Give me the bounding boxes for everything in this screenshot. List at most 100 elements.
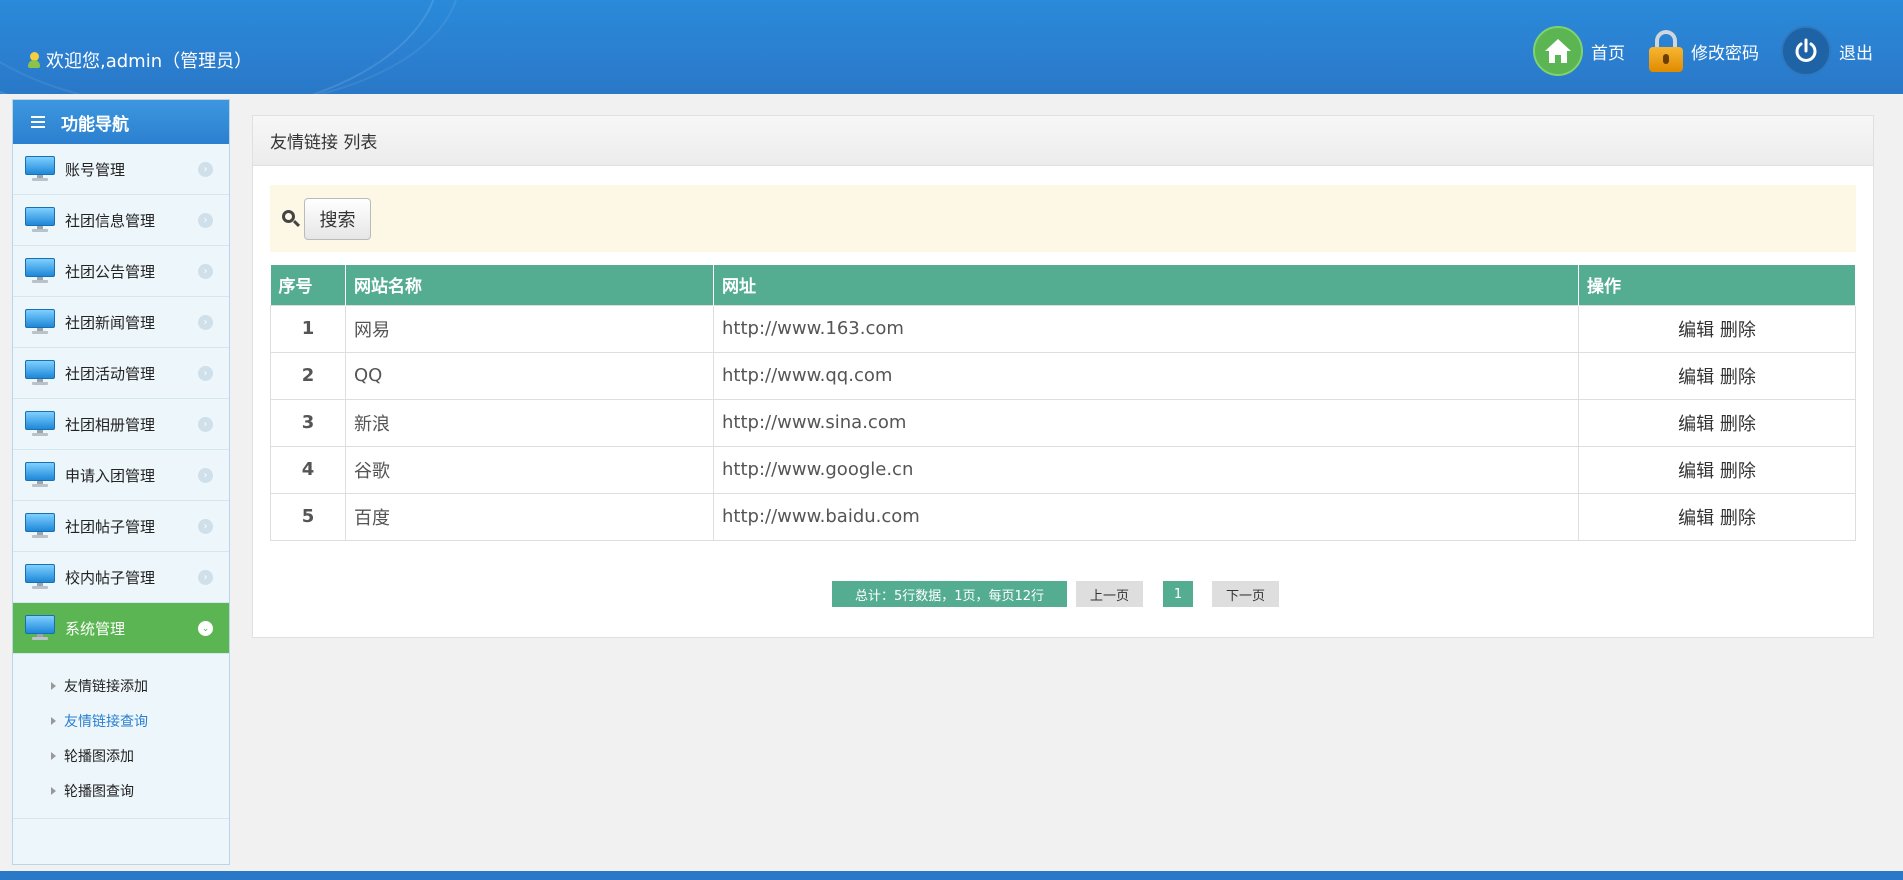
monitor-icon xyxy=(25,615,55,641)
sidebar-item-system[interactable]: 系统管理 ⌄ xyxy=(13,603,229,654)
submenu-item-label: 友情链接添加 xyxy=(64,678,148,695)
cell-url: http://www.baidu.com xyxy=(713,492,1579,541)
chevron-right-icon: › xyxy=(198,162,213,177)
home-button[interactable]: 首页 xyxy=(1533,26,1625,76)
submenu-item-label: 轮播图查询 xyxy=(64,783,134,800)
sidebar-item-label: 社团公告管理 xyxy=(65,262,156,281)
delete-link[interactable]: 删除 xyxy=(1720,461,1756,482)
sidebar-item-label: 社团信息管理 xyxy=(65,211,156,230)
edit-link[interactable]: 编辑 xyxy=(1678,461,1714,482)
sidebar-item-club-info[interactable]: 社团信息管理 › xyxy=(13,195,229,246)
cell-name: QQ xyxy=(345,351,714,400)
pagination: 总计：5行数据，1页，每页12行 上一页 1 下一页 xyxy=(832,581,1288,607)
links-table: 序号 网站名称 网址 操作 1 网易 http://www.163.com 编辑… xyxy=(270,265,1856,541)
chevron-right-icon: › xyxy=(198,213,213,228)
cell-url: http://www.qq.com xyxy=(713,351,1579,400)
submenu-item-carousel-query[interactable]: 轮播图查询 xyxy=(13,773,229,808)
submenu-item-link-add[interactable]: 友情链接添加 xyxy=(13,668,229,703)
home-label: 首页 xyxy=(1591,43,1625,64)
monitor-icon xyxy=(25,258,55,284)
submenu-item-label: 友情链接查询 xyxy=(64,713,148,730)
bottom-bar xyxy=(0,871,1903,880)
chevron-right-icon: › xyxy=(198,417,213,432)
cell-no: 2 xyxy=(270,351,346,400)
edit-link[interactable]: 编辑 xyxy=(1678,367,1714,388)
submenu-item-link-query[interactable]: 友情链接查询 xyxy=(13,703,229,738)
monitor-icon xyxy=(25,564,55,590)
page-title: 友情链接 列表 xyxy=(253,116,1873,166)
sidebar-item-club-album[interactable]: 社团相册管理 › xyxy=(13,399,229,450)
cell-ops: 编辑 删除 xyxy=(1578,398,1856,447)
power-icon xyxy=(1781,26,1831,76)
cell-no: 3 xyxy=(270,398,346,447)
cell-ops: 编辑 删除 xyxy=(1578,492,1856,541)
content-panel: 友情链接 列表 搜索 序号 网站名称 网址 操作 1 网易 http://www… xyxy=(252,115,1874,638)
cell-name: 谷歌 xyxy=(345,445,714,494)
monitor-icon xyxy=(25,309,55,335)
submenu-item-carousel-add[interactable]: 轮播图添加 xyxy=(13,738,229,773)
table-row: 5 百度 http://www.baidu.com 编辑 删除 xyxy=(270,492,1856,541)
cell-ops: 编辑 删除 xyxy=(1578,351,1856,400)
cell-ops: 编辑 删除 xyxy=(1578,445,1856,494)
sidebar-title: 功能导航 xyxy=(13,100,229,144)
sidebar-item-label: 校内帖子管理 xyxy=(65,568,156,587)
sidebar-item-club-notice[interactable]: 社团公告管理 › xyxy=(13,246,229,297)
sidebar-item-label: 社团活动管理 xyxy=(65,364,156,383)
monitor-icon xyxy=(25,411,55,437)
chevron-right-icon: › xyxy=(198,468,213,483)
sidebar: 功能导航 账号管理 › 社团信息管理 › 社团公告管理 › 社团新闻管理 › 社… xyxy=(12,99,230,865)
delete-link[interactable]: 删除 xyxy=(1720,320,1756,341)
cell-no: 1 xyxy=(270,304,346,353)
sidebar-item-label: 社团新闻管理 xyxy=(65,313,156,332)
change-password-button[interactable]: 修改密码 xyxy=(1647,29,1759,73)
search-button[interactable]: 搜索 xyxy=(304,197,371,240)
sidebar-item-account[interactable]: 账号管理 › xyxy=(13,144,229,195)
edit-link[interactable]: 编辑 xyxy=(1678,414,1714,435)
cell-url: http://www.163.com xyxy=(713,304,1579,353)
column-header: 操作 xyxy=(1578,265,1856,305)
monitor-icon xyxy=(25,207,55,233)
sidebar-item-club-posts[interactable]: 社团帖子管理 › xyxy=(13,501,229,552)
table-row: 2 QQ http://www.qq.com 编辑 删除 xyxy=(270,351,1856,400)
logout-button[interactable]: 退出 xyxy=(1781,26,1873,76)
edit-link[interactable]: 编辑 xyxy=(1678,320,1714,341)
table-row: 3 新浪 http://www.sina.com 编辑 删除 xyxy=(270,398,1856,447)
welcome-text: 欢迎您,admin（管理员） xyxy=(46,51,253,72)
sidebar-item-label: 账号管理 xyxy=(65,160,126,179)
top-header: 欢迎您,admin（管理员） 首页 修改密码 退出 xyxy=(0,0,1903,94)
monitor-icon xyxy=(25,156,55,182)
table-header-row: 序号 网站名称 网址 操作 xyxy=(270,265,1856,305)
table-row: 4 谷歌 http://www.google.cn 编辑 删除 xyxy=(270,445,1856,494)
sidebar-item-club-activity[interactable]: 社团活动管理 › xyxy=(13,348,229,399)
monitor-icon xyxy=(25,462,55,488)
column-header: 序号 xyxy=(270,265,346,305)
sidebar-item-club-news[interactable]: 社团新闻管理 › xyxy=(13,297,229,348)
sidebar-item-label: 申请入团管理 xyxy=(65,466,156,485)
next-page-button[interactable]: 下一页 xyxy=(1212,581,1279,607)
search-bar: 搜索 xyxy=(270,185,1856,252)
delete-link[interactable]: 删除 xyxy=(1720,414,1756,435)
sidebar-item-campus-posts[interactable]: 校内帖子管理 › xyxy=(13,552,229,603)
sidebar-item-join-request[interactable]: 申请入团管理 › xyxy=(13,450,229,501)
prev-page-button[interactable]: 上一页 xyxy=(1076,581,1143,607)
chevron-down-icon: ⌄ xyxy=(198,621,213,636)
delete-link[interactable]: 删除 xyxy=(1720,508,1756,529)
edit-link[interactable]: 编辑 xyxy=(1678,508,1714,529)
column-header: 网站名称 xyxy=(345,265,714,305)
change-password-label: 修改密码 xyxy=(1691,43,1759,64)
monitor-icon xyxy=(25,360,55,386)
column-header: 网址 xyxy=(713,265,1579,305)
delete-link[interactable]: 删除 xyxy=(1720,367,1756,388)
chevron-right-icon: › xyxy=(198,519,213,534)
page-number-button[interactable]: 1 xyxy=(1163,581,1193,607)
cell-ops: 编辑 删除 xyxy=(1578,304,1856,353)
triangle-right-icon xyxy=(51,681,56,690)
home-icon xyxy=(1533,26,1583,76)
triangle-right-icon xyxy=(51,716,56,725)
welcome-message: 欢迎您,admin（管理员） xyxy=(28,47,252,73)
top-actions: 首页 修改密码 退出 xyxy=(1511,26,1873,76)
chevron-right-icon: › xyxy=(198,570,213,585)
cell-name: 新浪 xyxy=(345,398,714,447)
sidebar-item-label: 系统管理 xyxy=(65,619,126,638)
triangle-right-icon xyxy=(51,786,56,795)
